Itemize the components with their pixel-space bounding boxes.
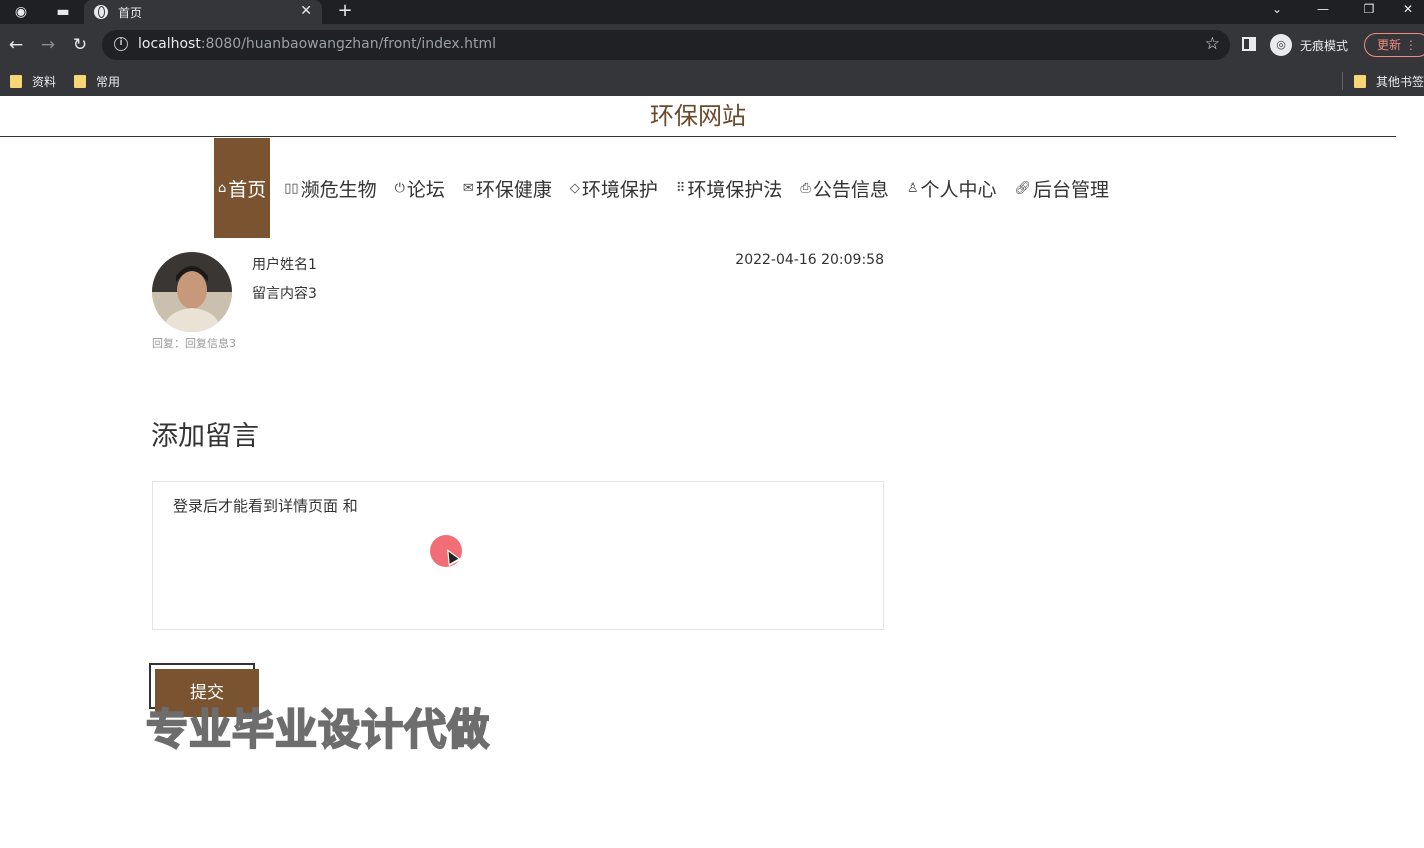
nav-item-environment-law[interactable]: ⠿ 环境保护法: [672, 138, 787, 238]
nav-item-home[interactable]: ⌂ 首页: [214, 138, 271, 238]
nav-item-announcements[interactable]: ⎙ 公告信息: [796, 138, 892, 238]
add-comment-heading: 添加留言: [151, 421, 259, 452]
nav-item-endangered-species[interactable]: ▯▯ 濒危生物: [280, 138, 380, 238]
incognito-icon: ◎: [1270, 34, 1292, 56]
avatar: [152, 252, 232, 332]
url-text[interactable]: localhost:8080/huanbaowangzhan/front/ind…: [138, 36, 496, 52]
minimize-button[interactable]: —: [1300, 0, 1346, 22]
browser-tab-strip: ◉ ▬ 首页 ✕ + ⌄ — ❐ ✕: [0, 0, 1424, 24]
close-tab-icon[interactable]: ✕: [300, 3, 312, 19]
bookmark-star-icon[interactable]: ☆: [1205, 34, 1220, 54]
incognito-label: 无痕模式: [1300, 38, 1349, 53]
power-icon: ⏻: [394, 180, 405, 196]
folder-icon: [74, 74, 86, 88]
bookmark-folder[interactable]: 资料: [10, 72, 56, 90]
other-bookmarks-folder[interactable]: 其他书签: [1354, 72, 1424, 90]
globe-icon: [94, 5, 108, 19]
side-panel-icon[interactable]: [1242, 37, 1256, 51]
comment-reply: 回复：回复信息3: [152, 337, 236, 350]
grid-icon: ▯▯: [284, 180, 299, 196]
comment-textarea[interactable]: 登录后才能看到详情页面 和: [152, 481, 884, 630]
bookmark-folder[interactable]: 常用: [74, 72, 120, 90]
print-icon: ⎙: [800, 180, 811, 196]
link-icon: 🔗︎: [1014, 180, 1032, 196]
nav-item-environment-protection[interactable]: ◇ 环境保护: [566, 138, 662, 238]
tab-title: 首页: [118, 5, 143, 20]
close-window-button[interactable]: ✕: [1392, 0, 1424, 22]
apps-icon: ⠿: [675, 180, 686, 196]
update-button[interactable]: 更新 ⋮: [1364, 33, 1424, 57]
new-tab-button[interactable]: +: [334, 0, 356, 24]
watermark-text: 专业毕业设计代做: [145, 704, 491, 755]
site-title: 环保网站: [0, 96, 1396, 137]
folder-icon: [10, 74, 22, 88]
forward-button[interactable]: →: [36, 34, 60, 56]
nav-item-eco-health[interactable]: ✉ 环保健康: [459, 138, 556, 238]
bookmarks-bar: 资料 常用 其他书签: [0, 66, 1424, 96]
nav-item-admin[interactable]: 🔗︎ 后台管理: [1011, 138, 1114, 238]
incognito-indicator[interactable]: ◎ 无痕模式: [1270, 33, 1348, 57]
bookmarks-divider: [1342, 72, 1343, 90]
web-page: 环保网站 ⌂ 首页 ▯▯ 濒危生物 ⏻ 论坛 ✉ 环保健康 ◇ 环境保护 ⠿ 环境保护法 ⎙…: [0, 96, 1424, 848]
nav-item-personal-center[interactable]: ♙ 个人中心: [903, 138, 1001, 238]
comment-username: 用户姓名1: [252, 257, 317, 273]
nav-item-forum[interactable]: ⏻ 论坛: [391, 138, 449, 238]
comment-timestamp: 2022-04-16 20:09:58: [735, 252, 884, 268]
site-info-icon[interactable]: i: [114, 37, 128, 51]
restore-button[interactable]: ❐: [1346, 0, 1392, 22]
browser-menu-icon[interactable]: ◉: [0, 0, 42, 24]
main-nav: ⌂ 首页 ▯▯ 濒危生物 ⏻ 论坛 ✉ 环保健康 ◇ 环境保护 ⠿ 环境保护法 ⎙ 公告信息 …: [214, 138, 1123, 238]
comment-item: 用户姓名1 留言内容3 2022-04-16 20:09:58 回复：回复信息3: [152, 252, 887, 352]
mail-icon: ✉: [462, 180, 474, 196]
comment-content: 留言内容3: [252, 286, 317, 302]
browser-tab[interactable]: 首页 ✕: [84, 0, 322, 24]
back-button[interactable]: ←: [4, 34, 28, 56]
user-icon: ♙: [906, 180, 919, 196]
browser-toolbar: ← → ↻ i localhost:8080/huanbaowangzhan/f…: [0, 24, 1424, 66]
tab-list-chevron-icon[interactable]: ⌄: [1254, 0, 1300, 22]
home-icon: ⌂: [218, 180, 227, 196]
folder-icon: [1354, 74, 1366, 88]
address-bar[interactable]: i localhost:8080/huanbaowangzhan/front/i…: [102, 30, 1230, 60]
tag-icon: ◇: [569, 180, 580, 196]
reload-button[interactable]: ↻: [68, 34, 92, 56]
tab-search-icon[interactable]: ▬: [42, 0, 84, 24]
